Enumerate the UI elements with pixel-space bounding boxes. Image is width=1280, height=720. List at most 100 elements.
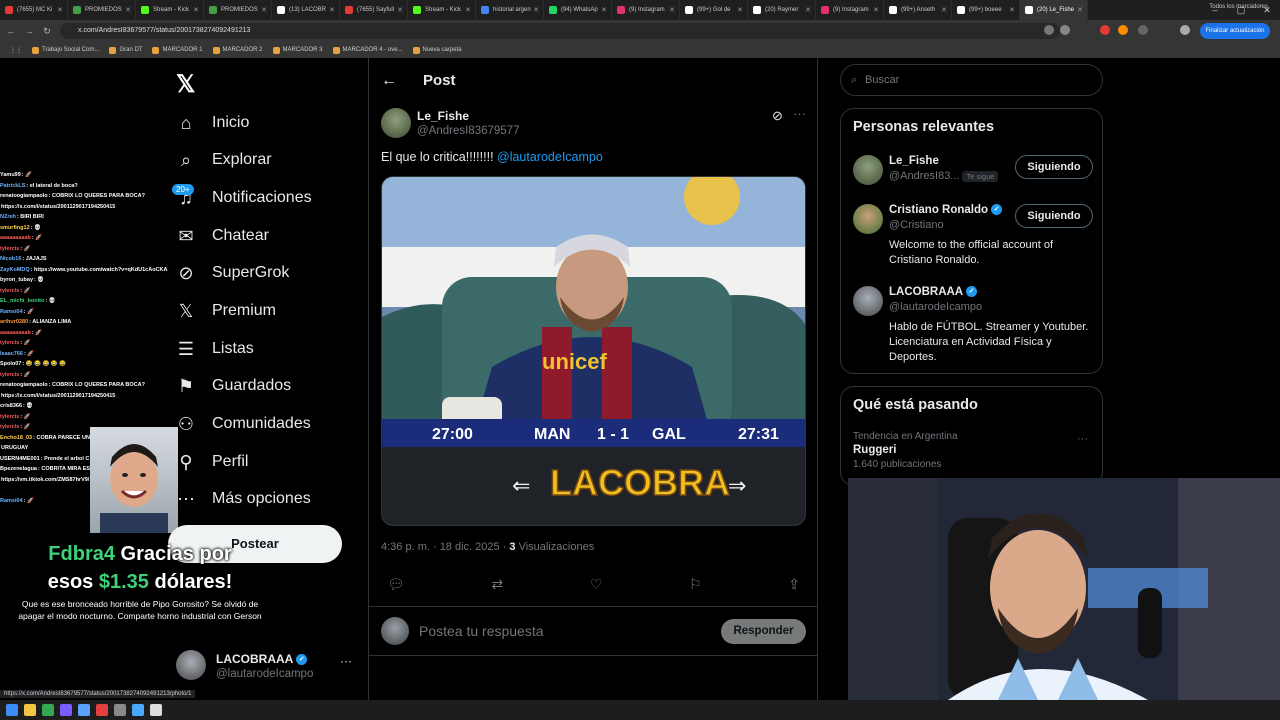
browser-tab[interactable]: (20) Le_Fishe ✕ — [1020, 0, 1088, 20]
author-avatar[interactable] — [381, 108, 411, 138]
more-options-icon[interactable]: ··· — [793, 106, 806, 121]
extension-icon[interactable] — [1118, 25, 1128, 35]
nav-item-supergrok[interactable]: ⊘ SuperGrok — [176, 258, 289, 288]
app-icon[interactable] — [150, 704, 162, 716]
back-arrow-icon[interactable]: ← — [381, 72, 397, 90]
nav-item-inicio[interactable]: ⌂ Inicio — [176, 108, 250, 138]
close-tab-icon[interactable]: ✕ — [57, 6, 63, 14]
browser-tab[interactable]: historial argen ✕ — [476, 0, 544, 20]
nav-item-mas-opciones[interactable]: ⋯ Más opciones — [176, 484, 311, 514]
close-tab-icon[interactable]: ✕ — [601, 6, 607, 14]
obs-icon[interactable] — [96, 704, 108, 716]
back-icon[interactable]: ← — [4, 26, 18, 36]
browser-tab[interactable]: Stream - Kick ✕ — [136, 0, 204, 20]
bookmark-item[interactable]: MARCADOR 4 - ove... — [332, 46, 403, 54]
trend-item[interactable]: Tendencia en Argentina Ruggeri 1.640 pub… — [853, 431, 958, 470]
nav-item-comunidades[interactable]: ⚇ Comunidades — [176, 409, 311, 439]
reply-icon[interactable]: 💬︎ — [387, 576, 405, 596]
search-input[interactable]: ⌕ Buscar — [840, 64, 1103, 96]
nav-item-explorar[interactable]: ⌕ Explorar — [176, 145, 272, 175]
close-tab-icon[interactable]: ✕ — [1009, 6, 1015, 14]
app-icon[interactable] — [132, 704, 144, 716]
nav-item-perfil[interactable]: ⚲ Perfil — [176, 447, 248, 477]
close-tab-icon[interactable]: ✕ — [261, 6, 267, 14]
following-button[interactable]: Siguiendo — [1015, 204, 1093, 228]
browser-tab[interactable]: (20) Raymer ✕ — [748, 0, 816, 20]
browser-tab[interactable]: (9) Instagram ✕ — [816, 0, 884, 20]
app-icon[interactable] — [60, 704, 72, 716]
browser-tab[interactable]: (9) Instagram ✕ — [612, 0, 680, 20]
nav-item-chatear[interactable]: ✉ Chatear — [176, 221, 268, 251]
apps-icon[interactable]: ⋮⋮ — [10, 47, 22, 54]
browser-tab[interactable]: (7655) MC Ki ✕ — [0, 0, 68, 20]
account-switcher[interactable]: LACOBRAAA ✓ @lautarodeIcampo ··· — [176, 650, 356, 686]
maximize-icon[interactable]: ▢ — [1228, 0, 1254, 20]
close-window-icon[interactable]: ✕ — [1254, 0, 1280, 20]
close-tab-icon[interactable]: ✕ — [533, 6, 539, 14]
close-tab-icon[interactable]: ✕ — [125, 6, 131, 14]
reload-icon[interactable]: ↻ — [40, 26, 54, 37]
close-tab-icon[interactable]: ✕ — [873, 6, 879, 14]
browser-tab[interactable]: (7655) Sayfull ✕ — [340, 0, 408, 20]
update-browser-button[interactable]: Finalizar actualización — [1200, 23, 1270, 39]
more-icon[interactable]: ··· — [1077, 433, 1088, 445]
extension-icon[interactable] — [1044, 25, 1054, 35]
close-tab-icon[interactable]: ✕ — [193, 6, 199, 14]
extension-icon[interactable] — [1060, 25, 1070, 35]
tweet-image[interactable]: unicef 27:00 MAN 1 - 1 GAL 27:31 LACOBRA… — [381, 176, 806, 526]
close-tab-icon[interactable]: ✕ — [737, 6, 743, 14]
browser-tab[interactable]: PROMIEDOS ✕ — [68, 0, 136, 20]
nav-item-premium[interactable]: 𝕏 Premium — [176, 296, 276, 326]
close-tab-icon[interactable]: ✕ — [805, 6, 811, 14]
close-tab-icon[interactable]: ✕ — [465, 6, 471, 14]
nav-item-notificaciones[interactable]: ♫ Notificaciones — [176, 183, 311, 213]
more-icon[interactable]: ··· — [340, 654, 352, 668]
browser-tab[interactable]: (99+) Anseth ✕ — [884, 0, 952, 20]
browser-tab[interactable]: (99+) boeee ✕ — [952, 0, 1020, 20]
following-button[interactable]: Siguiendo — [1015, 155, 1093, 179]
browser-tab[interactable]: (13) LACOBR ✕ — [272, 0, 340, 20]
close-tab-icon[interactable]: ✕ — [329, 6, 335, 14]
close-tab-icon[interactable]: ✕ — [397, 6, 403, 14]
forward-icon[interactable]: → — [22, 26, 36, 36]
bookmark-item[interactable]: MARCADOR 2 — [212, 46, 263, 54]
close-tab-icon[interactable]: ✕ — [941, 6, 947, 14]
browser-tab[interactable]: (99+) Gol de ✕ — [680, 0, 748, 20]
chrome-icon[interactable] — [42, 704, 54, 716]
bookmark-item[interactable]: MARCADOR 3 — [272, 46, 323, 54]
browser-tab[interactable]: (94) WhatsAp ✕ — [544, 0, 612, 20]
reply-input[interactable]: Postea tu respuesta — [419, 623, 544, 639]
author-name[interactable]: Le_Fishe — [417, 109, 469, 123]
minimize-icon[interactable]: – — [1202, 0, 1228, 20]
grok-icon[interactable]: ⊘ — [772, 108, 783, 124]
x-logo-icon[interactable]: 𝕏 — [176, 70, 195, 99]
like-icon[interactable]: ♡ — [590, 576, 603, 596]
bookmark-item[interactable]: Trabajo Social Com... — [32, 46, 99, 54]
app-icon[interactable] — [114, 704, 126, 716]
author-handle[interactable]: @AndresI83679577 — [417, 125, 519, 137]
bookmark-item[interactable]: MARCADOR 1 — [152, 46, 203, 54]
extension-icon[interactable] — [1138, 25, 1148, 35]
timestamp[interactable]: 4:36 p. m. · 18 dic. 2025 · — [381, 541, 509, 553]
app-icon[interactable] — [78, 704, 90, 716]
repost-icon[interactable]: ⇄ — [491, 576, 503, 596]
nav-label: Más opciones — [212, 490, 311, 507]
mention-link[interactable]: @lautarodeIcampo — [497, 150, 603, 164]
bookmark-item[interactable]: Nueva carpeta — [412, 46, 462, 54]
bookmark-icon[interactable]: ⚐ — [689, 576, 702, 596]
close-tab-icon[interactable]: ✕ — [669, 6, 675, 14]
folder-icon[interactable] — [24, 704, 36, 716]
all-bookmarks[interactable]: Todos los marcadores — [1209, 4, 1268, 10]
url-field[interactable]: x.com/AndresI83679577/status/20017382740… — [60, 23, 1060, 39]
profile-avatar[interactable] — [1180, 25, 1190, 35]
nav-item-listas[interactable]: ☰ Listas — [176, 334, 254, 364]
bookmark-item[interactable]: Gran DT — [109, 46, 142, 54]
close-tab-icon[interactable]: ✕ — [1077, 6, 1083, 14]
browser-tab[interactable]: PROMIEDOS ✕ — [204, 0, 272, 20]
start-icon[interactable] — [6, 704, 18, 716]
reply-button[interactable]: Responder — [721, 619, 806, 644]
nav-item-guardados[interactable]: ⚑ Guardados — [176, 371, 291, 401]
share-icon[interactable]: ⇪ — [788, 576, 800, 596]
browser-tab[interactable]: Stream - Kick ✕ — [408, 0, 476, 20]
extension-icon[interactable] — [1100, 25, 1110, 35]
